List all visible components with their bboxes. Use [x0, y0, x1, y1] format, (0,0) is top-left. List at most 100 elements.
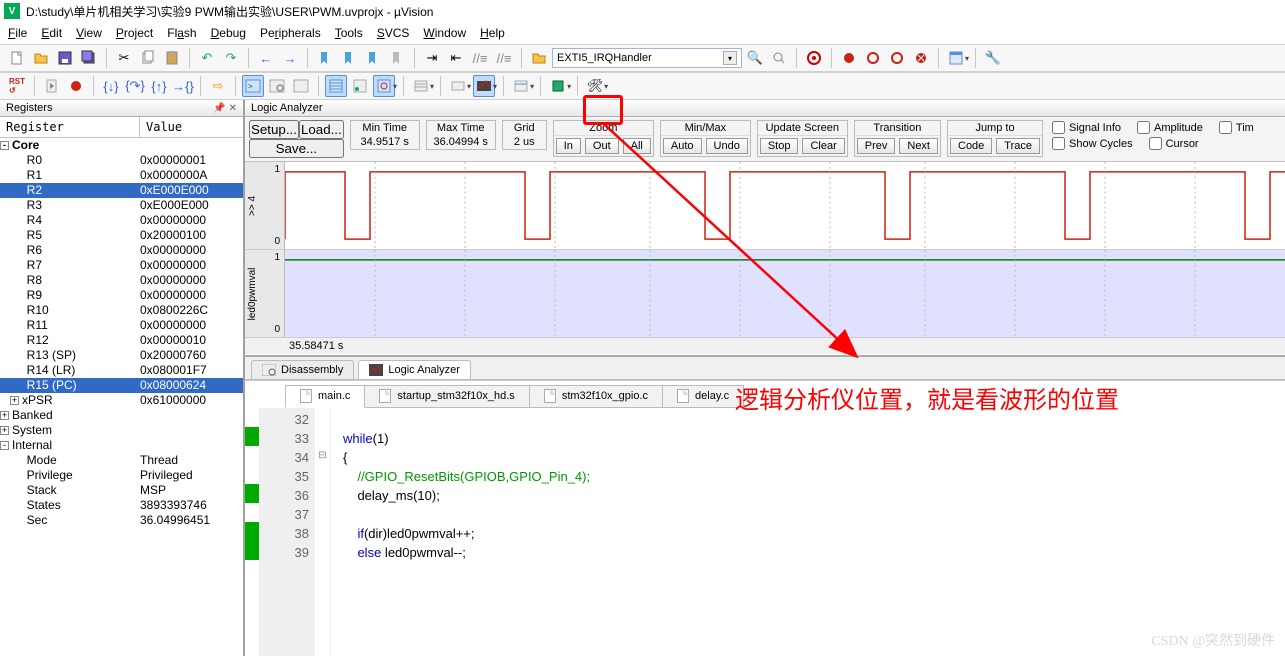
analysis-window-icon[interactable] [473, 75, 495, 97]
file-tab-startup[interactable]: startup_stm32f10x_hd.s [364, 385, 529, 408]
save-all-icon[interactable] [78, 47, 100, 69]
nav-fwd-icon[interactable]: → [279, 47, 301, 69]
open-file-icon[interactable] [30, 47, 52, 69]
watch-window-icon[interactable] [373, 75, 395, 97]
step-out-icon[interactable]: {↑} [148, 75, 170, 97]
code-lines[interactable]: while(1) { //GPIO_ResetBits(GPIOB,GPIO_P… [331, 408, 1285, 656]
find-icon[interactable]: 🔍 [744, 47, 766, 69]
menu-help[interactable]: Help [480, 26, 505, 40]
menu-window[interactable]: Window [423, 26, 466, 40]
find-files-icon[interactable] [528, 47, 550, 69]
undo-icon[interactable]: ↶ [196, 47, 218, 69]
save-icon[interactable] [54, 47, 76, 69]
wave-signal-1[interactable] [285, 162, 1285, 249]
menu-view[interactable]: View [76, 26, 102, 40]
bookmark-clear-icon[interactable] [386, 47, 408, 69]
tab-logic-analyzer[interactable]: Logic Analyzer [358, 360, 471, 379]
la-cursor-check[interactable]: Cursor [1146, 136, 1202, 151]
step-in-icon[interactable]: {↓} [100, 75, 122, 97]
la-undo[interactable]: Undo [706, 138, 748, 154]
bookmark-prev-icon[interactable] [338, 47, 360, 69]
nav-back-icon[interactable]: ← [255, 47, 277, 69]
la-next[interactable]: Next [899, 138, 938, 154]
comment-icon[interactable]: //≡ [469, 47, 491, 69]
la-trace[interactable]: Trace [996, 138, 1040, 154]
function-combo[interactable]: EXTI5_IRQHandler ▾ [552, 48, 742, 68]
uncomment-icon[interactable]: //≡ [493, 47, 515, 69]
la-cycles-check[interactable]: Show Cycles [1049, 136, 1136, 151]
la-setup-button[interactable]: Setup... [249, 120, 299, 139]
la-tim-check[interactable]: Tim [1216, 120, 1257, 135]
debug-tabs: Disassembly Logic Analyzer [245, 357, 1285, 380]
menu-edit[interactable]: Edit [41, 26, 62, 40]
find-next-icon[interactable] [768, 47, 790, 69]
copy-icon[interactable] [137, 47, 159, 69]
registers-tree[interactable]: -Core R00x00000001 R10x0000000A R20xE000… [0, 138, 243, 656]
menu-flash[interactable]: Flash [167, 26, 196, 40]
bp-disable-icon[interactable] [886, 47, 908, 69]
menu-tools[interactable]: Tools [335, 26, 363, 40]
registers-window-icon[interactable] [325, 75, 347, 97]
step-over-icon[interactable]: {↷} [124, 75, 146, 97]
file-tab-delay[interactable]: delay.c [662, 385, 744, 408]
menu-debug[interactable]: Debug [211, 26, 246, 40]
redo-icon[interactable]: ↷ [220, 47, 242, 69]
la-update-label: Update Screen [758, 121, 847, 136]
waveform-area[interactable]: >> 410 led0pwmval10 [245, 162, 1285, 357]
la-amplitude-check[interactable]: Amplitude [1134, 120, 1206, 135]
la-zoom-in[interactable]: In [556, 138, 581, 154]
file-tab-main[interactable]: main.c [285, 385, 365, 408]
reset-icon[interactable]: RST↺ [6, 75, 28, 97]
la-load-button[interactable]: Load... [299, 120, 344, 139]
disasm-window-icon[interactable] [266, 75, 288, 97]
debug-icon[interactable] [803, 47, 825, 69]
fold-gutter[interactable]: ⊟ [315, 408, 331, 656]
bookmark-icon[interactable] [314, 47, 336, 69]
show-next-icon[interactable]: ⇨ [207, 75, 229, 97]
run-to-cursor-icon[interactable]: →{} [172, 75, 194, 97]
la-auto[interactable]: Auto [663, 138, 702, 154]
la-prev[interactable]: Prev [857, 138, 896, 154]
call-stack-icon[interactable] [349, 75, 371, 97]
la-zoom-out[interactable]: Out [585, 138, 619, 154]
code-editor[interactable]: 3233343536373839 ⊟ while(1) { //GPIO_Res… [245, 408, 1285, 656]
chevron-down-icon[interactable]: ▾ [723, 51, 737, 65]
la-clear[interactable]: Clear [802, 138, 844, 154]
symbols-window-icon[interactable] [290, 75, 312, 97]
run-icon[interactable] [41, 75, 63, 97]
indent-icon[interactable]: ⇥ [421, 47, 443, 69]
system-viewer-icon[interactable] [547, 75, 569, 97]
bp-insert-icon[interactable] [838, 47, 860, 69]
memory-window-icon[interactable] [410, 75, 432, 97]
la-mintime-value: 34.9517 s [351, 135, 419, 149]
stop-icon[interactable] [65, 75, 87, 97]
configure-icon[interactable]: 🔧 [982, 47, 1004, 69]
cut-icon[interactable]: ✂ [113, 47, 135, 69]
tab-disassembly[interactable]: Disassembly [251, 360, 354, 379]
la-signal-info-check[interactable]: Signal Info [1049, 120, 1124, 135]
file-tab-gpio[interactable]: stm32f10x_gpio.c [529, 385, 663, 408]
menu-file[interactable]: File [8, 26, 27, 40]
menu-project[interactable]: Project [116, 26, 153, 40]
la-zoom-all[interactable]: All [623, 138, 651, 154]
toolbox-icon[interactable]: 🛠 [584, 75, 606, 97]
menu-peripherals[interactable]: Peripherals [260, 26, 321, 40]
command-window-icon[interactable]: > [242, 75, 264, 97]
new-file-icon[interactable] [6, 47, 28, 69]
paste-icon[interactable] [161, 47, 183, 69]
wave-signal-1-label: >> 410 [245, 162, 285, 249]
window-layout-icon[interactable] [945, 47, 967, 69]
trace-window-icon[interactable] [510, 75, 532, 97]
bp-kill-icon[interactable] [910, 47, 932, 69]
la-code[interactable]: Code [950, 138, 992, 154]
la-stop[interactable]: Stop [760, 138, 799, 154]
wave-signal-2[interactable] [285, 250, 1285, 337]
svg-text:>: > [248, 82, 253, 91]
bookmark-next-icon[interactable] [362, 47, 384, 69]
pin-icon[interactable]: 📌 ✕ [213, 103, 237, 114]
serial-window-icon[interactable] [447, 75, 469, 97]
menu-svcs[interactable]: SVCS [377, 26, 410, 40]
la-save-button[interactable]: Save... [249, 139, 344, 158]
outdent-icon[interactable]: ⇤ [445, 47, 467, 69]
bp-enable-icon[interactable] [862, 47, 884, 69]
